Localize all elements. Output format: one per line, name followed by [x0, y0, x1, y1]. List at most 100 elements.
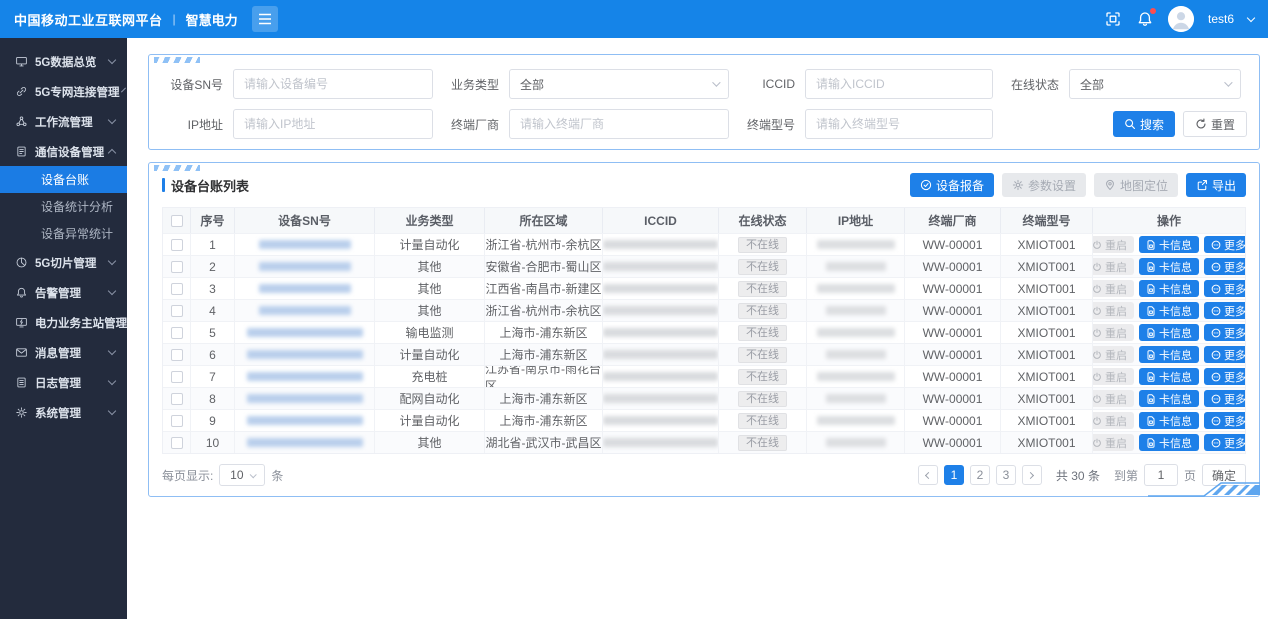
card-info-button[interactable]: 卡信息: [1139, 412, 1199, 429]
next-page-button[interactable]: [1022, 465, 1042, 485]
device-sn-redacted: [247, 416, 363, 425]
row-checkbox[interactable]: [171, 393, 183, 405]
sidebar-item-workflow[interactable]: 工作流管理: [0, 106, 127, 136]
sidebar-subitem-device-anomaly[interactable]: 设备异常统计: [0, 220, 127, 247]
card-info-button[interactable]: 卡信息: [1139, 236, 1199, 253]
page-button-3[interactable]: 3: [996, 465, 1016, 485]
business-type-cell: 其他: [375, 432, 485, 453]
sidebar-item-log[interactable]: 日志管理: [0, 367, 127, 397]
select-all-checkbox[interactable]: [171, 215, 183, 227]
row-checkbox[interactable]: [171, 371, 183, 383]
card-info-button[interactable]: 卡信息: [1139, 280, 1199, 297]
sidebar-item-alarm[interactable]: 告警管理: [0, 277, 127, 307]
row-checkbox[interactable]: [171, 305, 183, 317]
sidebar-item-5g-slice[interactable]: 5G切片管理: [0, 247, 127, 277]
more-button[interactable]: 更多: [1204, 302, 1245, 319]
card-info-button[interactable]: 卡信息: [1139, 302, 1199, 319]
card-info-button[interactable]: 卡信息: [1139, 258, 1199, 275]
user-avatar[interactable]: [1168, 6, 1194, 32]
sidebar-subitem-device-ledger[interactable]: 设备台账: [0, 166, 127, 193]
reboot-button[interactable]: 重启: [1093, 258, 1134, 275]
reset-button[interactable]: 重置: [1183, 111, 1247, 137]
row-checkbox[interactable]: [171, 283, 183, 295]
reboot-button[interactable]: 重启: [1093, 368, 1134, 385]
reboot-button[interactable]: 重启: [1093, 434, 1134, 451]
search-button[interactable]: 搜索: [1113, 111, 1175, 137]
business-type-select[interactable]: 全部: [509, 69, 729, 99]
export-button[interactable]: 导出: [1186, 173, 1246, 197]
sidebar-subitem-device-stats[interactable]: 设备统计分析: [0, 193, 127, 220]
card-info-button[interactable]: 卡信息: [1139, 324, 1199, 341]
more-button[interactable]: 更多: [1204, 390, 1245, 407]
device-sn-redacted: [247, 328, 363, 337]
ip-input[interactable]: [233, 109, 433, 139]
prev-page-button[interactable]: [918, 465, 938, 485]
sidebar-item-comm-device[interactable]: 通信设备管理: [0, 136, 127, 166]
card-info-button[interactable]: 卡信息: [1139, 346, 1199, 363]
notification-bell-icon[interactable]: [1136, 10, 1154, 28]
card-info-button[interactable]: 卡信息: [1139, 434, 1199, 451]
table-row: 4 其他 浙江省-杭州市-余杭区 不在线 WW-00001 XMIOT001 重…: [163, 299, 1245, 321]
row-actions: 重启 卡信息 更多: [1093, 256, 1245, 277]
more-button[interactable]: 更多: [1204, 280, 1245, 297]
page-button-2[interactable]: 2: [970, 465, 990, 485]
sidebar-item-power-master-station[interactable]: 电力业务主站管理: [0, 307, 127, 337]
row-checkbox[interactable]: [171, 261, 183, 273]
more-dots-icon: [1211, 394, 1221, 404]
power-icon: [1093, 306, 1102, 316]
reboot-button[interactable]: 重启: [1093, 280, 1134, 297]
sidebar-item-label: 告警管理: [35, 284, 81, 300]
collapse-menu-button[interactable]: [252, 6, 278, 32]
table-row: 9 计量自动化 上海市-浦东新区 不在线 WW-00001 XMIOT001 重…: [163, 409, 1245, 431]
ip-redacted: [817, 240, 895, 249]
region-cell: 上海市-浦东新区: [485, 322, 603, 343]
device-sn-input[interactable]: [233, 69, 433, 99]
reboot-button[interactable]: 重启: [1093, 390, 1134, 407]
reboot-button[interactable]: 重启: [1093, 346, 1134, 363]
model-cell: XMIOT001: [1001, 366, 1093, 387]
chevron-right-icon: [1027, 471, 1034, 478]
row-checkbox[interactable]: [171, 327, 183, 339]
sim-card-icon: [1146, 394, 1156, 404]
row-checkbox[interactable]: [171, 437, 183, 449]
page-button-1[interactable]: 1: [944, 465, 964, 485]
param-settings-button[interactable]: 参数设置: [1002, 173, 1086, 197]
more-button[interactable]: 更多: [1204, 346, 1245, 363]
device-report-button[interactable]: 设备报备: [910, 173, 994, 197]
sidebar-item-5g-data-overview[interactable]: 5G数据总览: [0, 46, 127, 76]
more-button[interactable]: 更多: [1204, 434, 1245, 451]
online-status-select[interactable]: 全部: [1069, 69, 1241, 99]
sidebar-item-label: 电力业务主站管理: [35, 314, 127, 330]
ip-label: IP地址: [161, 116, 223, 133]
sidebar-item-system[interactable]: 系统管理: [0, 397, 127, 427]
row-checkbox[interactable]: [171, 349, 183, 361]
more-button[interactable]: 更多: [1204, 324, 1245, 341]
row-checkbox[interactable]: [171, 415, 183, 427]
reboot-button[interactable]: 重启: [1093, 302, 1134, 319]
model-input[interactable]: [805, 109, 993, 139]
sim-card-icon: [1146, 284, 1156, 294]
model-cell: XMIOT001: [1001, 234, 1093, 255]
model-cell: XMIOT001: [1001, 410, 1093, 431]
page-size-select[interactable]: 10: [219, 464, 265, 486]
user-menu-chevron-icon[interactable]: [1247, 14, 1255, 22]
row-checkbox[interactable]: [171, 239, 183, 251]
reboot-button[interactable]: 重启: [1093, 324, 1134, 341]
card-info-button[interactable]: 卡信息: [1139, 390, 1199, 407]
card-info-button[interactable]: 卡信息: [1139, 368, 1199, 385]
more-button[interactable]: 更多: [1204, 412, 1245, 429]
brand-title: 中国移动工业互联网平台: [14, 10, 163, 29]
more-button[interactable]: 更多: [1204, 236, 1245, 253]
power-icon: [1093, 350, 1102, 360]
reboot-button[interactable]: 重启: [1093, 412, 1134, 429]
fullscreen-icon[interactable]: [1104, 10, 1122, 28]
map-locate-button[interactable]: 地图定位: [1094, 173, 1178, 197]
more-button[interactable]: 更多: [1204, 258, 1245, 275]
reboot-button[interactable]: 重启: [1093, 236, 1134, 253]
business-type-cell: 输电监测: [375, 322, 485, 343]
vendor-input[interactable]: [509, 109, 729, 139]
sidebar-item-message[interactable]: 消息管理: [0, 337, 127, 367]
sidebar-item-5g-private-network[interactable]: 5G专网连接管理: [0, 76, 127, 106]
iccid-input[interactable]: [805, 69, 993, 99]
more-button[interactable]: 更多: [1204, 368, 1245, 385]
